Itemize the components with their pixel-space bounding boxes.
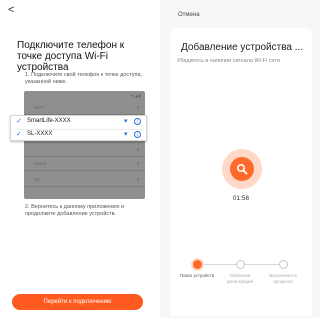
- step-label-register: Облачная регистрация: [226, 273, 253, 284]
- mock-row: 4G ▾: [24, 173, 145, 187]
- mock-row: Guest ▾: [24, 157, 145, 171]
- step-label-done: Выполнено в процессе: [269, 273, 297, 284]
- check-icon: ✓: [16, 131, 22, 138]
- mock-row: ▾: [24, 143, 145, 157]
- progress-title: Добавление устройства ...: [181, 42, 304, 53]
- searching-indicator: [222, 149, 262, 189]
- progress-card: Добавление устройства ... Убедитесь в на…: [170, 28, 312, 316]
- network-item: ✓ SL-XXXX ▾ i: [11, 129, 146, 141]
- adding-device-panel: Отмена Добавление устройства ... Убедите…: [160, 0, 320, 318]
- lock-icon: ▾: [136, 147, 139, 152]
- search-icon: [236, 163, 248, 175]
- wifi-settings-illustration: ▾ ◢ ▮ Wi-Fi ▾ ▾ Guest ▾ 4G ▾: [24, 91, 145, 199]
- connect-instructions-panel: < Подключите телефон к точке доступа Wi-…: [0, 0, 160, 318]
- network-name: SmartLife-XXXX: [27, 118, 71, 124]
- mock-row-label: Wi-Fi: [34, 105, 45, 110]
- step-indicator-done: [279, 260, 288, 269]
- step-two-text: 2. Вернитесь к данному приложению и прод…: [25, 204, 125, 217]
- network-item: ✓ SmartLife-XXXX ▾ i: [11, 116, 146, 128]
- lock-icon: ▾: [136, 161, 139, 166]
- back-button[interactable]: <: [8, 4, 14, 16]
- wifi-signal-icon: ▾: [124, 118, 128, 125]
- progress-subtitle: Убедитесь в наличии сигнала Wi-Fi сети: [177, 58, 280, 64]
- target-networks-card: ✓ SmartLife-XXXX ▾ i ✓ SL-XXXX ▾ i: [10, 115, 147, 141]
- step-indicator-register: [236, 260, 245, 269]
- step-indicator-search: [193, 260, 202, 269]
- search-circle: [230, 157, 254, 181]
- wifi-icon: ▾: [136, 105, 139, 110]
- countdown-timer: 01:56: [232, 195, 250, 202]
- check-icon: ✓: [16, 118, 22, 125]
- mock-row: Wi-Fi ▾: [24, 101, 145, 115]
- go-to-connect-button[interactable]: Перейти к подключению: [12, 294, 143, 310]
- network-name: SL-XXXX: [27, 131, 53, 137]
- mock-row-label: Guest: [34, 161, 47, 166]
- wifi-signal-icon: ▾: [124, 131, 128, 138]
- step-label-search: Поиск устройств: [179, 273, 215, 278]
- cancel-button[interactable]: Отмена: [178, 12, 200, 18]
- mock-status-icons: ▾ ◢ ▮: [131, 93, 141, 98]
- info-icon: i: [134, 131, 141, 138]
- mock-status-bar: ▾ ◢ ▮: [24, 91, 145, 101]
- lock-icon: ▾: [136, 177, 139, 182]
- step-one-text: 1. Подключите свой телефон к точке досту…: [25, 72, 143, 85]
- mock-row-label: 4G: [34, 177, 41, 182]
- info-icon: i: [134, 118, 141, 125]
- page-title: Подключите телефон к точке доступа Wi-Fi…: [17, 40, 125, 73]
